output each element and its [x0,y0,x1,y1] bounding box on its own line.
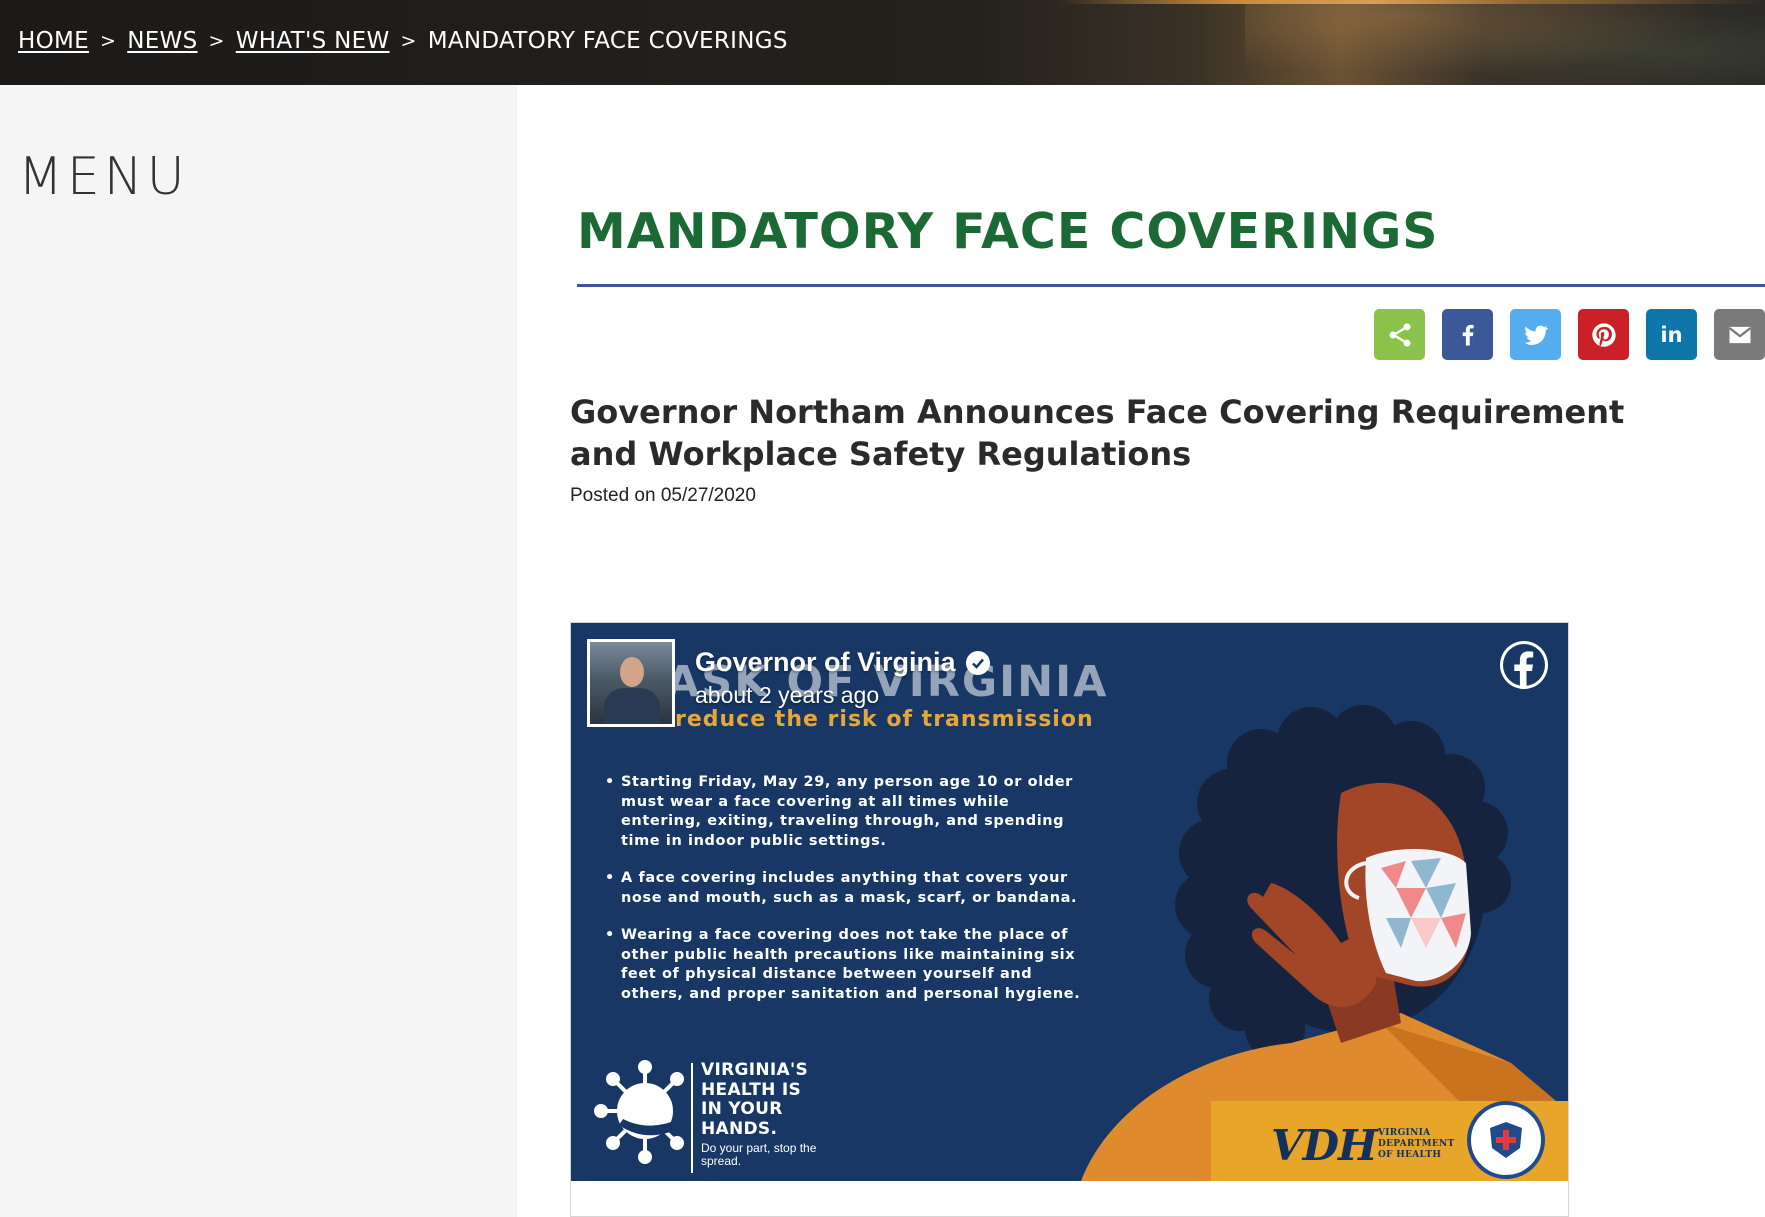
title-divider [577,284,1765,287]
email-icon [1728,326,1751,343]
breadcrumb-whats-new-link[interactable]: WHAT'S NEW [236,28,390,54]
facebook-share-button[interactable] [1442,309,1493,360]
graphic-bullet-list: Starting Friday, May 29, any person age … [605,773,1085,1022]
main-content: MANDATORY FACE COVERINGS in Governor Nor… [517,85,1765,1217]
graphic-bullet: Wearing a face covering does not take th… [605,926,1085,1004]
post-timestamp[interactable]: about 2 years ago [695,682,879,709]
twitter-icon [1523,325,1548,345]
pinterest-share-button[interactable] [1578,309,1629,360]
breadcrumb-separator: > [208,30,225,52]
page-title: MANDATORY FACE COVERINGS [577,203,1439,260]
breadcrumb-separator: > [99,30,117,52]
facebook-post-embed[interactable]: ASK OF VIRGINIA reduce the risk of trans… [570,622,1569,1217]
breadcrumb-home-link[interactable]: HOME [18,28,89,54]
fb-page-name[interactable]: Governor of Virginia [695,647,990,678]
virus-icon [594,1060,688,1164]
vdh-name: VIRGINIA DEPARTMENT OF HEALTH [1378,1128,1455,1160]
menu-toggle[interactable]: MENU [18,147,189,207]
post-footer [571,1181,1568,1216]
article-title: Governor Northam Announces Face Covering… [570,393,1625,473]
header-banner: HOME > NEWS > WHAT'S NEW > MANDATORY FAC… [0,0,1765,85]
share-icon [1389,322,1410,347]
verified-badge-icon [965,650,990,675]
campaign-divider [691,1063,693,1173]
sidebar: MENU [0,85,517,1217]
graphic-bullet: A face covering includes anything that c… [605,869,1085,908]
post-date: Posted on 05/27/2020 [570,485,756,506]
facebook-icon [1462,324,1474,345]
vdh-seal-icon [1467,1101,1545,1179]
post-image: ASK OF VIRGINIA reduce the risk of trans… [571,623,1568,1181]
breadcrumb-news-link[interactable]: NEWS [127,28,197,54]
fb-page-name-text[interactable]: Governor of Virginia [695,647,956,678]
banner-landscape [1245,0,1765,85]
linkedin-share-button[interactable]: in [1646,309,1697,360]
campaign-subtitle: Do your part, stop the spread. [701,1141,817,1168]
breadcrumb-current: MANDATORY FACE COVERINGS [427,28,788,54]
share-button[interactable] [1374,309,1425,360]
facebook-logo-icon[interactable] [1500,641,1548,689]
campaign-title: VIRGINIA'S HEALTH IS IN YOUR HANDS. [701,1060,809,1139]
avatar[interactable] [587,639,675,727]
breadcrumb: HOME > NEWS > WHAT'S NEW > MANDATORY FAC… [18,28,788,54]
linkedin-icon: in [1660,322,1683,347]
graphic-subhead: reduce the risk of transmission [675,707,1094,732]
graphic-bullet: Starting Friday, May 29, any person age … [605,773,1085,851]
breadcrumb-separator: > [400,30,417,52]
pinterest-icon [1591,322,1616,347]
share-toolbar: in [1374,309,1765,360]
twitter-share-button[interactable] [1510,309,1561,360]
vdh-logo: VDH [1271,1121,1378,1170]
email-share-button[interactable] [1714,309,1765,360]
